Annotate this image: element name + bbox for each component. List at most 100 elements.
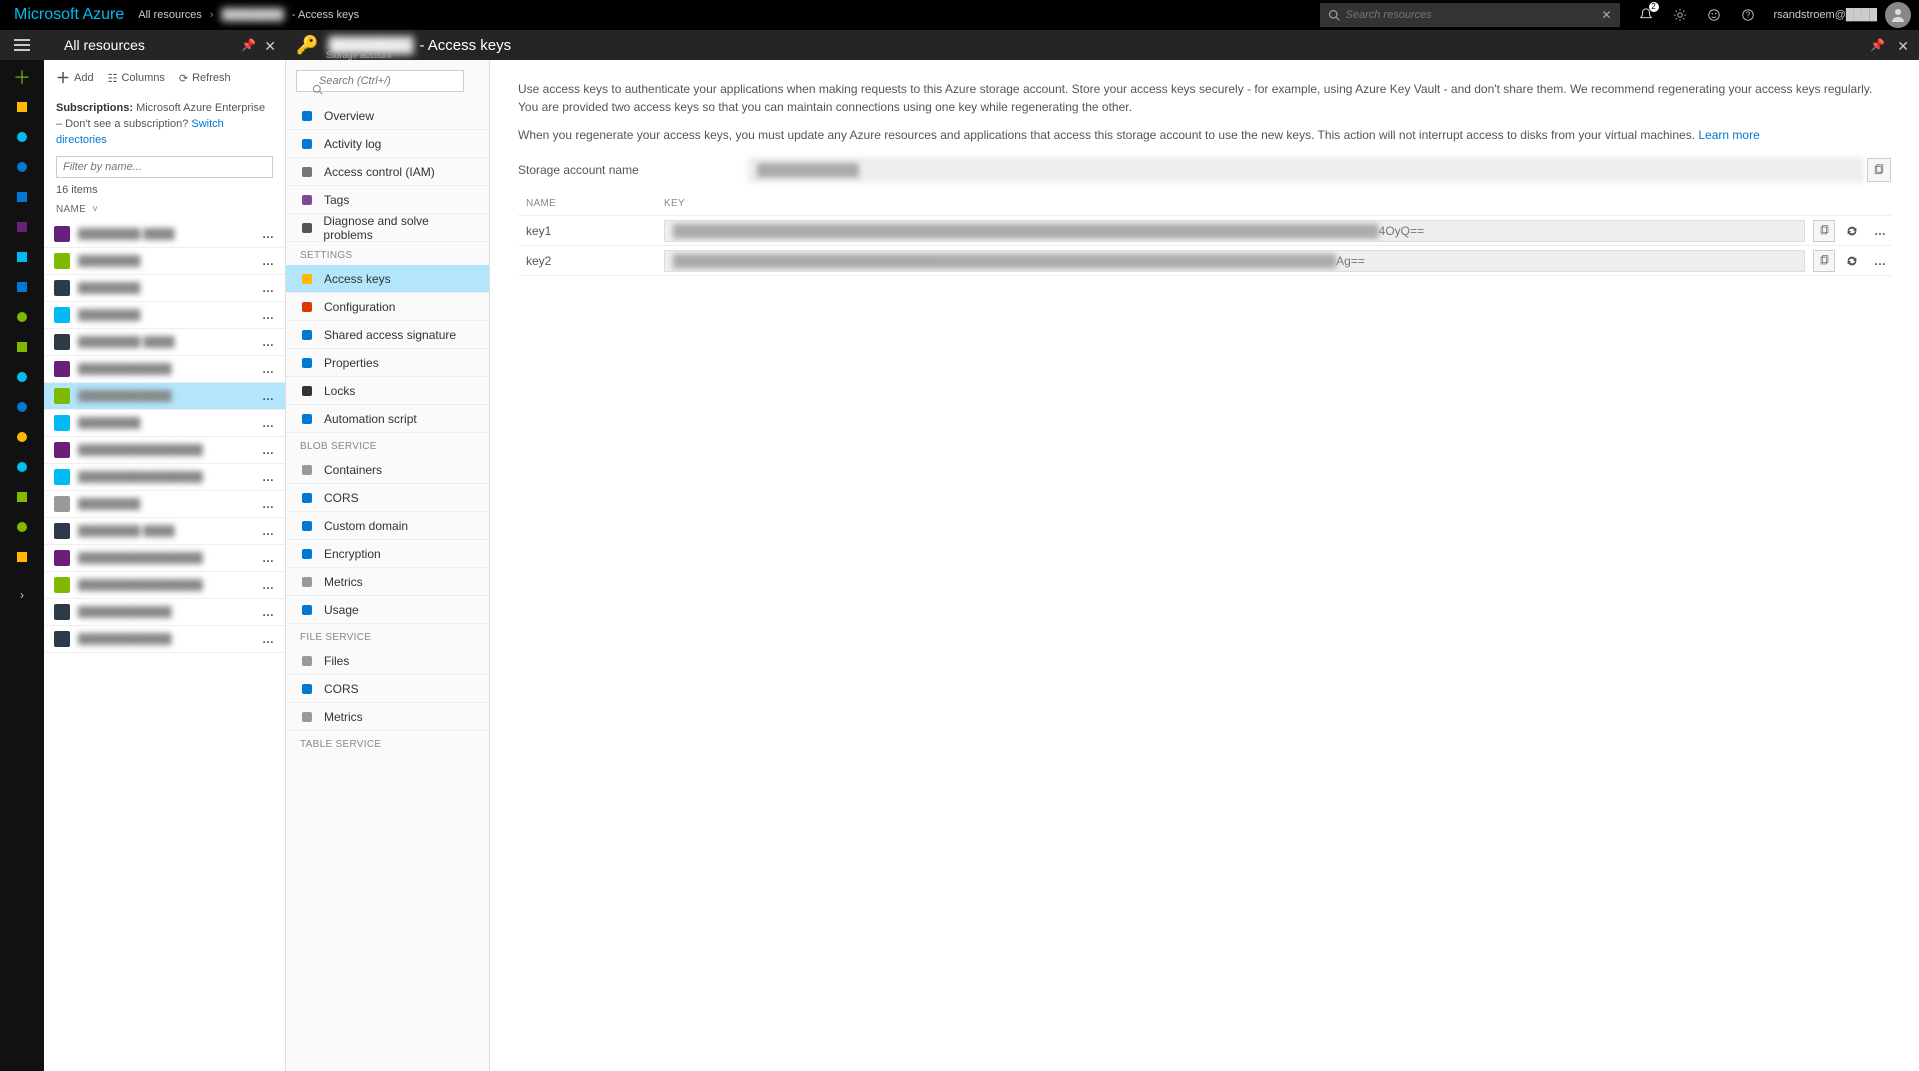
more-icon[interactable]: … bbox=[262, 254, 275, 268]
nav-item-usage[interactable]: Usage bbox=[286, 596, 489, 624]
global-search[interactable]: ✕ bbox=[1320, 3, 1620, 27]
more-icon[interactable]: … bbox=[262, 227, 275, 241]
rail-item[interactable] bbox=[13, 398, 31, 416]
nav-item-tags[interactable]: Tags bbox=[286, 186, 489, 214]
nav-item-diagnose-and-solve-problems[interactable]: Diagnose and solve problems bbox=[286, 214, 489, 242]
more-icon[interactable]: … bbox=[262, 605, 275, 619]
nav-item-overview[interactable]: Overview bbox=[286, 102, 489, 130]
rail-item[interactable] bbox=[13, 428, 31, 446]
more-icon[interactable]: … bbox=[262, 281, 275, 295]
rail-expand[interactable]: › bbox=[13, 586, 31, 604]
more-icon[interactable]: … bbox=[262, 335, 275, 349]
help-button[interactable]: ? bbox=[1734, 1, 1762, 29]
nav-item-cors[interactable]: CORS bbox=[286, 484, 489, 512]
resource-item[interactable]: ████████ ████… bbox=[44, 329, 285, 356]
resource-item[interactable]: ████████████… bbox=[44, 383, 285, 410]
rail-item[interactable] bbox=[13, 308, 31, 326]
resource-item[interactable]: ████████████████… bbox=[44, 572, 285, 599]
resource-item[interactable]: ████████████… bbox=[44, 599, 285, 626]
learn-more-link[interactable]: Learn more bbox=[1698, 128, 1759, 142]
resource-item[interactable]: ████████████████… bbox=[44, 437, 285, 464]
nav-item-containers[interactable]: Containers bbox=[286, 456, 489, 484]
resource-item[interactable]: ████████ ████… bbox=[44, 518, 285, 545]
resource-item[interactable]: ████████… bbox=[44, 302, 285, 329]
more-icon[interactable]: … bbox=[262, 524, 275, 538]
more-icon[interactable]: … bbox=[262, 470, 275, 484]
nav-item-custom-domain[interactable]: Custom domain bbox=[286, 512, 489, 540]
clear-search-icon[interactable]: ✕ bbox=[1601, 8, 1611, 22]
user-label[interactable]: rsandstroem@████ bbox=[1774, 9, 1885, 21]
resource-item[interactable]: ████████… bbox=[44, 248, 285, 275]
rail-item[interactable] bbox=[13, 128, 31, 146]
rail-new[interactable]: ＋ bbox=[13, 68, 31, 86]
more-icon[interactable]: … bbox=[262, 497, 275, 511]
nav-item-activity-log[interactable]: Activity log bbox=[286, 130, 489, 158]
rail-item[interactable] bbox=[13, 158, 31, 176]
resource-item[interactable]: ████████████████… bbox=[44, 545, 285, 572]
nav-item-access-control-iam-[interactable]: Access control (IAM) bbox=[286, 158, 489, 186]
columns-button[interactable]: ☷Columns bbox=[108, 72, 165, 85]
more-icon[interactable]: … bbox=[262, 632, 275, 646]
pin-icon[interactable]: 📌 bbox=[1870, 38, 1885, 52]
nav-item-cors[interactable]: CORS bbox=[286, 675, 489, 703]
filter-input[interactable] bbox=[56, 156, 273, 178]
resource-item[interactable]: ████████… bbox=[44, 410, 285, 437]
nav-item-metrics[interactable]: Metrics bbox=[286, 703, 489, 731]
copy-button[interactable] bbox=[1813, 250, 1835, 272]
more-icon[interactable]: … bbox=[262, 362, 275, 376]
settings-button[interactable] bbox=[1666, 1, 1694, 29]
rail-item[interactable] bbox=[13, 488, 31, 506]
close-icon[interactable]: ✕ bbox=[1897, 38, 1909, 55]
column-header-name[interactable]: NAME ˅ bbox=[44, 196, 285, 221]
more-icon[interactable]: … bbox=[262, 443, 275, 457]
pin-icon[interactable]: 📌 bbox=[241, 38, 256, 52]
rail-item[interactable] bbox=[13, 458, 31, 476]
more-icon[interactable]: … bbox=[262, 578, 275, 592]
more-icon[interactable]: … bbox=[1869, 220, 1891, 242]
rail-item[interactable] bbox=[13, 548, 31, 566]
crumb-all-resources[interactable]: All resources bbox=[138, 9, 202, 21]
add-button[interactable]: ＋Add bbox=[56, 68, 94, 88]
brand-logo[interactable]: Microsoft Azure bbox=[0, 6, 138, 24]
more-icon[interactable]: … bbox=[262, 551, 275, 565]
resource-item[interactable]: ████████████… bbox=[44, 626, 285, 653]
more-icon[interactable]: … bbox=[262, 389, 275, 403]
nav-item-shared-access-signature[interactable]: Shared access signature bbox=[286, 321, 489, 349]
rail-item[interactable] bbox=[13, 248, 31, 266]
refresh-button[interactable]: ⟳Refresh bbox=[179, 72, 231, 85]
nav-item-automation-script[interactable]: Automation script bbox=[286, 405, 489, 433]
nav-item-metrics[interactable]: Metrics bbox=[286, 568, 489, 596]
notifications-button[interactable]: 2 bbox=[1632, 1, 1660, 29]
nav-item-files[interactable]: Files bbox=[286, 647, 489, 675]
resource-item[interactable]: ████████… bbox=[44, 491, 285, 518]
resource-item[interactable]: ████████ ████… bbox=[44, 221, 285, 248]
resource-item[interactable]: ████████████████… bbox=[44, 464, 285, 491]
nav-item-configuration[interactable]: Configuration bbox=[286, 293, 489, 321]
regenerate-button[interactable] bbox=[1841, 220, 1863, 242]
resource-item[interactable]: ████████… bbox=[44, 275, 285, 302]
rail-item[interactable] bbox=[13, 518, 31, 536]
more-icon[interactable]: … bbox=[262, 308, 275, 322]
feedback-button[interactable] bbox=[1700, 1, 1728, 29]
more-icon[interactable]: … bbox=[262, 416, 275, 430]
more-icon[interactable]: … bbox=[1869, 250, 1891, 272]
nav-item-encryption[interactable]: Encryption bbox=[286, 540, 489, 568]
global-search-input[interactable] bbox=[1346, 9, 1602, 21]
nav-item-properties[interactable]: Properties bbox=[286, 349, 489, 377]
crumb-resource[interactable]: ████████ bbox=[222, 9, 284, 21]
rail-item[interactable] bbox=[13, 278, 31, 296]
avatar[interactable] bbox=[1885, 2, 1911, 28]
rail-item[interactable] bbox=[13, 368, 31, 386]
close-icon[interactable]: ✕ bbox=[264, 38, 276, 55]
regenerate-button[interactable] bbox=[1841, 250, 1863, 272]
nav-item-access-keys[interactable]: Access keys bbox=[286, 265, 489, 293]
rail-item[interactable] bbox=[13, 98, 31, 116]
copy-button[interactable] bbox=[1867, 158, 1891, 182]
nav-item-locks[interactable]: Locks bbox=[286, 377, 489, 405]
rail-item[interactable] bbox=[13, 338, 31, 356]
rail-item[interactable] bbox=[13, 188, 31, 206]
rail-item[interactable] bbox=[13, 218, 31, 236]
copy-button[interactable] bbox=[1813, 220, 1835, 242]
hamburger-menu[interactable] bbox=[0, 30, 44, 60]
resource-item[interactable]: ████████████… bbox=[44, 356, 285, 383]
